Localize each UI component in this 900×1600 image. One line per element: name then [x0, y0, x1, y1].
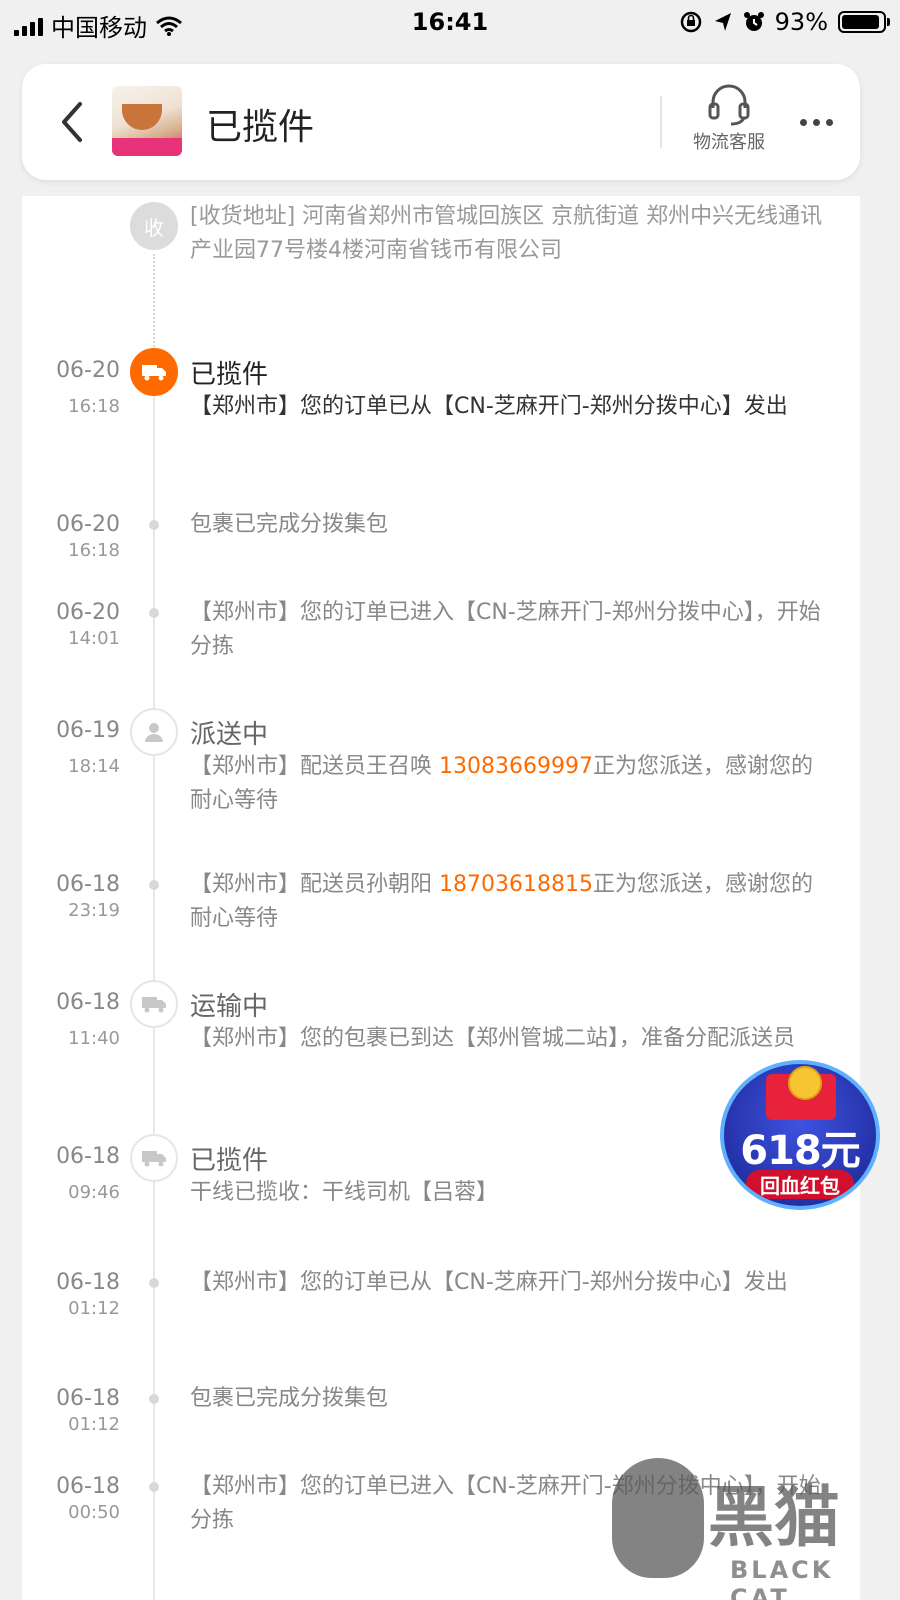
location-icon: [714, 13, 731, 31]
logistics-timeline: 收 [收货地址] 河南省郑州市管城回族区 京航街道 郑州中兴无线通讯产业园77号…: [22, 196, 860, 1600]
entry-description: 【郑州市】配送员孙朝阳 18703618815正为您派送，感谢您的耐心等待: [190, 868, 830, 936]
entry-time: 11:40: [68, 1028, 120, 1049]
truck-icon: [130, 1134, 178, 1182]
timeline-dot: [149, 1482, 159, 1492]
entry-time: 18:14: [68, 756, 120, 777]
logistics-service-label: 物流客服: [693, 132, 765, 153]
watermark-en: BLACK CAT: [730, 1556, 834, 1600]
battery-level: [842, 15, 880, 29]
entry-description: 【郑州市】您的订单已从【CN-芝麻开门-郑州分拨中心】发出: [190, 394, 788, 419]
entry-date: 06-18: [56, 990, 120, 1015]
timeline-dot: [149, 608, 159, 618]
product-thumbnail[interactable]: [112, 86, 182, 156]
battery-icon: [838, 11, 890, 33]
entry-status: 派送中: [190, 720, 269, 750]
product-image-bowl: [122, 104, 162, 130]
promo-amount: 618元: [740, 1128, 861, 1174]
entry-description: 包裹已完成分拨集包: [190, 512, 389, 537]
entry-date: 06-18: [56, 872, 120, 897]
timeline-dot: [149, 520, 159, 530]
entry-status: 已揽件: [190, 360, 269, 390]
screen: 中国移动 16:41 93% 已揽件 物流客服 收 [收货地址] 河南省郑州市管…: [0, 0, 900, 1600]
entry-date: 06-18: [56, 1474, 120, 1499]
entry-status: 运输中: [190, 992, 269, 1022]
timeline-dot: [149, 880, 159, 890]
truck-icon: [130, 980, 178, 1028]
person-icon: [130, 708, 178, 756]
watermark-cn: 黑猫: [708, 1479, 840, 1556]
entry-time: 09:46: [68, 1182, 120, 1203]
battery-percent: 93%: [774, 8, 828, 36]
promo-label: 回血红包: [746, 1170, 854, 1199]
timeline-dot: [149, 1278, 159, 1288]
entry-date: 06-20: [56, 512, 120, 537]
entry-description: 【郑州市】您的订单已进入【CN-芝麻开门-郑州分拨中心】，开始分拣: [190, 600, 821, 659]
entry-time: 01:12: [68, 1298, 120, 1319]
coin-icon: [788, 1066, 822, 1100]
timeline-dot: [149, 1394, 159, 1404]
back-arrow-icon: [62, 102, 82, 142]
entry-time: 16:18: [68, 396, 120, 417]
entry-description: 【郑州市】配送员王召唤 13083669997正为您派送，感谢您的耐心等待: [190, 750, 830, 818]
receive-marker: 收: [130, 202, 178, 250]
product-image-band: [112, 138, 182, 156]
cat-shield-logo-icon: [612, 1458, 704, 1578]
truck-icon: [130, 348, 178, 396]
black-cat-watermark: 黑猫 BLACK CAT: [612, 1458, 892, 1600]
entry-description: 【郑州市】您的包裹已到达【郑州管城二站】，准备分配派送员: [190, 1026, 796, 1051]
page-title: 已揽件: [206, 107, 315, 148]
entry-time: 00:50: [68, 1502, 120, 1523]
header-divider: [660, 96, 662, 148]
entry-description: 干线已揽收：干线司机【吕蓉】: [190, 1180, 499, 1205]
entry-time: 23:19: [68, 900, 120, 921]
entry-date: 06-19: [56, 718, 120, 743]
entry-description: 包裹已完成分拨集包: [190, 1386, 389, 1411]
entry-date: 06-18: [56, 1386, 120, 1411]
header-card: 已揽件 物流客服: [22, 64, 860, 180]
red-packet-promo-button[interactable]: 618元 回血红包: [720, 1060, 880, 1210]
entry-date: 06-20: [56, 600, 120, 625]
entry-date: 06-18: [56, 1144, 120, 1169]
entry-description-prefix: 【郑州市】配送员孙朝阳: [190, 872, 439, 897]
entry-date: 06-18: [56, 1270, 120, 1295]
entry-time: 01:12: [68, 1414, 120, 1435]
entry-time: 14:01: [68, 628, 120, 649]
entry-time: 16:18: [68, 540, 120, 561]
entry-date: 06-20: [56, 358, 120, 383]
courier-phone-link[interactable]: 18703618815: [439, 872, 593, 897]
receive-marker-label: 收: [144, 215, 164, 240]
rotation-lock-icon: [680, 11, 701, 33]
headset-icon: [708, 84, 750, 126]
status-right: 93%: [679, 8, 890, 36]
entry-description: 【郑州市】您的订单已从【CN-芝麻开门-郑州分拨中心】发出: [190, 1270, 788, 1295]
alarm-icon: [743, 12, 764, 31]
entry-description-prefix: 【郑州市】配送员王召唤: [190, 754, 439, 779]
delivery-address: [收货地址] 河南省郑州市管城回族区 京航街道 郑州中兴无线通讯产业园77号楼4…: [190, 204, 823, 263]
back-button[interactable]: [52, 94, 92, 150]
entry-status: 已揽件: [190, 1146, 269, 1176]
status-bar: 中国移动 16:41 93%: [0, 0, 900, 44]
courier-phone-link[interactable]: 13083669997: [439, 754, 593, 779]
more-icon[interactable]: [800, 110, 840, 134]
logistics-service-button[interactable]: 物流客服: [674, 82, 784, 154]
